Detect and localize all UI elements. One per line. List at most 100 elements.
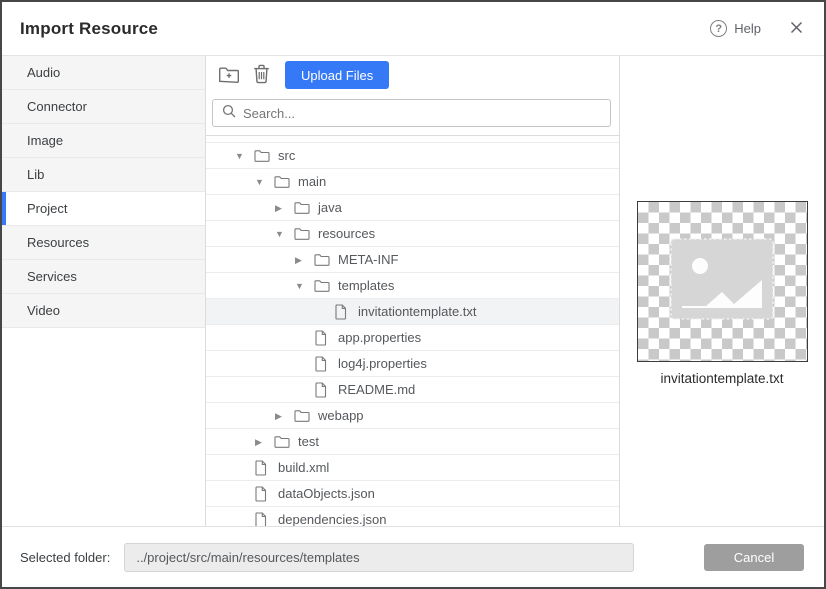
file-icon — [254, 486, 270, 502]
search-box — [212, 99, 611, 127]
sidebar-item-label: Services — [27, 269, 77, 284]
tree-row[interactable]: ▶ test — [206, 429, 619, 455]
sidebar-item-video[interactable]: Video — [2, 294, 205, 328]
folder-icon — [274, 175, 290, 188]
sidebar-item-label: Video — [27, 303, 60, 318]
dialog-body: Audio Connector Image Lib Project Resources Se… — [2, 56, 824, 526]
delete-button[interactable] — [247, 62, 275, 88]
dialog-title: Import Resource — [20, 19, 158, 39]
search-input[interactable] — [243, 106, 601, 121]
sidebar-item-audio[interactable]: Audio — [2, 56, 205, 90]
tree-item-label: log4j.properties — [338, 356, 427, 371]
dialog-footer: Selected folder: Cancel — [2, 526, 824, 587]
tree-item-label: app.properties — [338, 330, 421, 345]
add-folder-button[interactable] — [215, 62, 243, 88]
import-resource-dialog: Import Resource ? Help Audio Connector Ima… — [0, 0, 826, 589]
folder-icon — [254, 149, 270, 162]
image-placeholder-icon — [670, 238, 774, 325]
close-button[interactable] — [787, 18, 806, 40]
sidebar-item-label: Connector — [27, 99, 87, 114]
sidebar: Audio Connector Image Lib Project Resources Se… — [2, 56, 206, 526]
tree-row[interactable]: ▶ webapp — [206, 403, 619, 429]
sidebar-item-label: Resources — [27, 235, 89, 250]
folder-icon — [294, 409, 310, 422]
chevron-right-icon[interactable]: ▶ — [275, 403, 294, 429]
tree-row[interactable]: ▼ resources — [206, 221, 619, 247]
tree-item-label: templates — [338, 278, 394, 293]
preview-panel: invitationtemplate.txt — [620, 56, 824, 526]
file-browser-panel: Upload Files ▼ src ▼ main ▶ java ▼ resources ▶ ME… — [206, 56, 620, 526]
tree-row[interactable]: ▼ src — [206, 143, 619, 169]
tree-row[interactable]: build.xml — [206, 455, 619, 481]
tree-item-label: META-INF — [338, 252, 398, 267]
file-icon — [314, 356, 330, 372]
chevron-right-icon[interactable]: ▶ — [295, 247, 314, 273]
chevron-down-icon[interactable]: ▼ — [275, 221, 294, 247]
sidebar-item-label: Audio — [27, 65, 60, 80]
tree-row-clipped — [206, 136, 619, 143]
tree-item-label: test — [298, 434, 319, 449]
preview-filename: invitationtemplate.txt — [620, 371, 824, 386]
close-icon — [789, 20, 804, 38]
sidebar-item-label: Image — [27, 133, 63, 148]
cancel-button[interactable]: Cancel — [704, 544, 804, 571]
selected-folder-label: Selected folder: — [20, 550, 110, 565]
upload-files-button[interactable]: Upload Files — [285, 61, 389, 89]
help-button[interactable]: ? Help — [710, 20, 761, 37]
file-icon — [314, 382, 330, 398]
tree-item-label: README.md — [338, 382, 415, 397]
tree-row[interactable]: dataObjects.json — [206, 481, 619, 507]
tree-row[interactable]: dependencies.json — [206, 507, 619, 526]
sidebar-item-label: Project — [27, 201, 67, 216]
chevron-right-icon[interactable]: ▶ — [255, 429, 274, 455]
trash-icon — [253, 64, 270, 87]
folder-icon — [294, 201, 310, 214]
sidebar-item-image[interactable]: Image — [2, 124, 205, 158]
chevron-down-icon[interactable]: ▼ — [295, 273, 314, 299]
tree-item-label: src — [278, 148, 295, 163]
sidebar-item-label: Lib — [27, 167, 44, 182]
tree-item-label: java — [318, 200, 342, 215]
tree-item-label: dataObjects.json — [278, 486, 375, 501]
sidebar-item-lib[interactable]: Lib — [2, 158, 205, 192]
tree-row[interactable]: ▶ java — [206, 195, 619, 221]
search-icon — [222, 104, 236, 123]
sidebar-item-project[interactable]: Project — [2, 192, 205, 226]
tree-item-label: resources — [318, 226, 375, 241]
folder-icon — [294, 227, 310, 240]
chevron-right-icon[interactable]: ▶ — [275, 195, 294, 221]
tree-item-label: webapp — [318, 408, 364, 423]
dialog-header: Import Resource ? Help — [2, 2, 824, 56]
help-label: Help — [734, 21, 761, 36]
tree-row[interactable]: README.md — [206, 377, 619, 403]
tree-row[interactable]: ▼ templates — [206, 273, 619, 299]
file-icon — [254, 512, 270, 527]
tree-item-label: invitationtemplate.txt — [358, 304, 477, 319]
preview-thumbnail — [637, 201, 808, 362]
file-icon — [254, 460, 270, 476]
sidebar-item-connector[interactable]: Connector — [2, 90, 205, 124]
file-tree: ▼ src ▼ main ▶ java ▼ resources ▶ META-INF ▼ templa… — [206, 135, 619, 526]
tree-row[interactable]: ▶ META-INF — [206, 247, 619, 273]
file-icon — [314, 330, 330, 346]
folder-icon — [314, 279, 330, 292]
tree-item-label: main — [298, 174, 326, 189]
toolbar: Upload Files — [206, 60, 619, 90]
help-question-icon: ? — [710, 20, 727, 37]
tree-row[interactable]: invitationtemplate.txt — [206, 299, 619, 325]
folder-icon — [314, 253, 330, 266]
add-folder-icon — [218, 65, 240, 86]
folder-icon — [274, 435, 290, 448]
tree-row[interactable]: log4j.properties — [206, 351, 619, 377]
sidebar-item-services[interactable]: Services — [2, 260, 205, 294]
tree-item-label: build.xml — [278, 460, 329, 475]
tree-row[interactable]: app.properties — [206, 325, 619, 351]
chevron-down-icon[interactable]: ▼ — [255, 169, 274, 195]
sidebar-item-resources[interactable]: Resources — [2, 226, 205, 260]
tree-item-label: dependencies.json — [278, 512, 386, 526]
selected-indicator — [2, 192, 6, 225]
chevron-down-icon[interactable]: ▼ — [235, 143, 254, 169]
file-icon — [334, 304, 350, 320]
tree-row[interactable]: ▼ main — [206, 169, 619, 195]
selected-folder-input[interactable] — [124, 543, 634, 572]
